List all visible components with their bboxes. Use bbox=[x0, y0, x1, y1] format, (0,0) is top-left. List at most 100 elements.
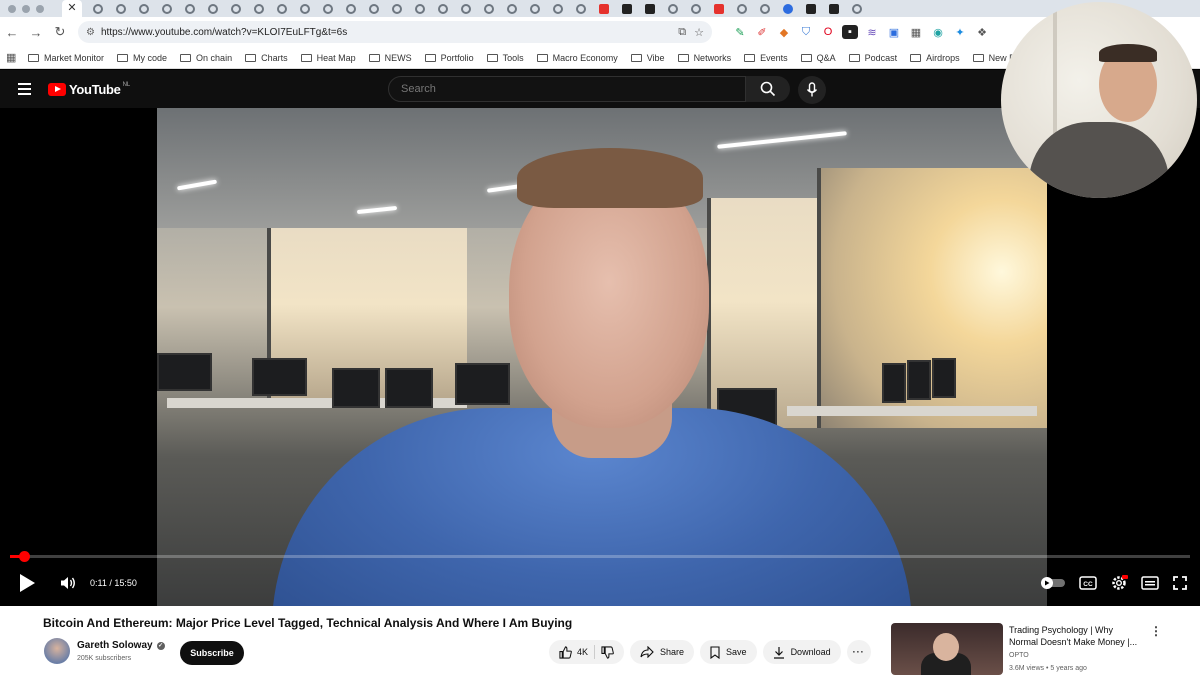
browser-tab[interactable] bbox=[364, 2, 384, 15]
search-button[interactable] bbox=[746, 76, 790, 102]
fullscreen-button[interactable] bbox=[1172, 575, 1188, 591]
browser-tab[interactable] bbox=[755, 2, 775, 15]
bookmark-folder[interactable]: Podcast bbox=[848, 53, 897, 63]
browser-tab[interactable] bbox=[111, 2, 131, 15]
bookmark-folder[interactable]: Events bbox=[744, 53, 788, 63]
browser-tab[interactable] bbox=[479, 2, 499, 15]
autoplay-toggle[interactable] bbox=[1040, 576, 1066, 590]
layers-extension-icon[interactable]: ≋ bbox=[864, 25, 880, 39]
bookmark-folder[interactable]: On chain bbox=[180, 53, 232, 63]
bookmark-folder[interactable]: Heat Map bbox=[300, 53, 356, 63]
pencil-extension-icon[interactable]: ✐ bbox=[754, 25, 770, 39]
browser-tab[interactable] bbox=[571, 2, 591, 15]
more-vertical-icon[interactable]: ⋮ bbox=[1150, 624, 1162, 638]
video-player[interactable]: 0:11 / 15:50 CC bbox=[0, 108, 1200, 606]
close-window-icon[interactable] bbox=[8, 4, 16, 13]
minimize-window-icon[interactable] bbox=[22, 4, 30, 13]
browser-tab[interactable] bbox=[387, 2, 407, 15]
volume-button[interactable] bbox=[60, 576, 76, 590]
recommended-thumbnail[interactable] bbox=[891, 623, 1003, 675]
subscribe-button[interactable]: Subscribe bbox=[180, 641, 244, 665]
address-bar-url[interactable]: https://www.youtube.com/watch?v=KLOI7EuL… bbox=[101, 27, 670, 38]
window-controls[interactable] bbox=[0, 4, 62, 13]
recommended-channel[interactable]: OPTO bbox=[1009, 652, 1029, 659]
browser-tab[interactable] bbox=[410, 2, 430, 15]
browser-tab[interactable] bbox=[157, 2, 177, 15]
browser-tab[interactable] bbox=[686, 2, 706, 15]
metamask-extension-icon[interactable]: ◆ bbox=[776, 25, 792, 39]
miniplayer-button[interactable] bbox=[1141, 576, 1159, 590]
bookmark-folder[interactable]: Macro Economy bbox=[536, 53, 618, 63]
maximize-window-icon[interactable] bbox=[36, 4, 44, 13]
bookmark-star-icon[interactable]: ☆ bbox=[694, 26, 704, 39]
back-arrow-icon[interactable]: ← bbox=[0, 25, 24, 40]
address-bar[interactable]: ⚙ https://www.youtube.com/watch?v=KLOI7E… bbox=[78, 21, 712, 43]
browser-tab[interactable] bbox=[709, 2, 729, 15]
browser-tab[interactable] bbox=[502, 2, 522, 15]
browser-tab[interactable] bbox=[847, 2, 867, 15]
browser-tab[interactable] bbox=[318, 2, 338, 15]
download-button[interactable]: Download bbox=[762, 640, 841, 664]
bookmark-folder[interactable]: Vibe bbox=[630, 53, 665, 63]
browser-tab[interactable] bbox=[594, 2, 614, 15]
browser-tab[interactable] bbox=[180, 2, 200, 15]
bookmark-folder[interactable]: Q&A bbox=[800, 53, 836, 63]
browser-tab[interactable] bbox=[640, 2, 660, 15]
wallet-extension-icon[interactable]: ⛉ bbox=[798, 25, 814, 39]
like-button[interactable]: 4K bbox=[559, 645, 588, 659]
close-tab-icon[interactable]: ✕ bbox=[62, 0, 82, 17]
search-input[interactable]: Search bbox=[388, 76, 746, 102]
avatar[interactable] bbox=[44, 638, 70, 664]
save-button[interactable]: Save bbox=[700, 640, 757, 664]
browser-tab[interactable] bbox=[824, 2, 844, 15]
browser-tab[interactable] bbox=[778, 2, 798, 15]
browser-tab[interactable] bbox=[295, 2, 315, 15]
install-app-icon[interactable]: ⧉ bbox=[678, 26, 686, 39]
settings-button[interactable] bbox=[1110, 574, 1128, 592]
recommended-title[interactable]: Trading Psychology | Why Normal Doesn't … bbox=[1009, 624, 1141, 648]
teal-extension-icon[interactable]: ◉ bbox=[930, 25, 946, 39]
browser-tab[interactable] bbox=[341, 2, 361, 15]
progress-bar[interactable] bbox=[10, 551, 1190, 562]
browser-tab[interactable] bbox=[226, 2, 246, 15]
browser-tab[interactable] bbox=[525, 2, 545, 15]
bookmark-folder[interactable]: NEWS bbox=[368, 53, 412, 63]
captions-button[interactable]: CC bbox=[1079, 576, 1097, 590]
play-button[interactable] bbox=[18, 573, 36, 593]
pen-extension-icon[interactable]: ✎ bbox=[732, 25, 748, 39]
bookmark-folder[interactable]: Charts bbox=[245, 53, 288, 63]
progress-scrubber[interactable] bbox=[19, 551, 31, 562]
browser-tab[interactable] bbox=[134, 2, 154, 15]
bookmark-folder[interactable]: Portfolio bbox=[424, 53, 474, 63]
reload-icon[interactable]: ↻ bbox=[48, 24, 72, 40]
bookmark-folder[interactable]: Tools bbox=[486, 53, 524, 63]
forward-arrow-icon[interactable]: → bbox=[24, 25, 48, 40]
browser-tab[interactable] bbox=[456, 2, 476, 15]
drop-extension-icon[interactable]: ✦ bbox=[952, 25, 968, 39]
youtube-logo[interactable]: YouTube NL bbox=[48, 82, 130, 97]
browser-tab[interactable] bbox=[272, 2, 292, 15]
browser-tab[interactable] bbox=[433, 2, 453, 15]
browser-tab[interactable] bbox=[801, 2, 821, 15]
video-frame[interactable] bbox=[157, 108, 1047, 606]
bookmark-folder[interactable]: Networks bbox=[677, 53, 731, 63]
dark-extension-icon[interactable]: ▪ bbox=[842, 25, 858, 39]
blue-extension-icon[interactable]: ▣ bbox=[886, 25, 902, 39]
grid-extension-icon[interactable]: ▦ bbox=[908, 25, 924, 39]
dislike-button[interactable] bbox=[601, 645, 614, 659]
browser-tab[interactable] bbox=[732, 2, 752, 15]
puzzle-extension-icon[interactable]: ❖ bbox=[974, 25, 990, 39]
more-actions-button[interactable]: ··· bbox=[846, 640, 871, 664]
channel-name-row[interactable]: Gareth Soloway ✓ bbox=[77, 640, 165, 651]
channel-name[interactable]: Gareth Soloway bbox=[77, 640, 153, 651]
browser-tab[interactable] bbox=[203, 2, 223, 15]
bookmark-folder[interactable]: My code bbox=[117, 53, 167, 63]
site-info-icon[interactable]: ⚙ bbox=[86, 27, 95, 38]
bookmark-folder[interactable]: Airdrops bbox=[910, 53, 960, 63]
browser-tab[interactable] bbox=[663, 2, 683, 15]
browser-tab[interactable] bbox=[249, 2, 269, 15]
hamburger-menu-icon[interactable] bbox=[0, 83, 48, 95]
browser-tab[interactable] bbox=[548, 2, 568, 15]
browser-tab[interactable] bbox=[88, 2, 108, 15]
voice-search-button[interactable] bbox=[798, 76, 826, 104]
